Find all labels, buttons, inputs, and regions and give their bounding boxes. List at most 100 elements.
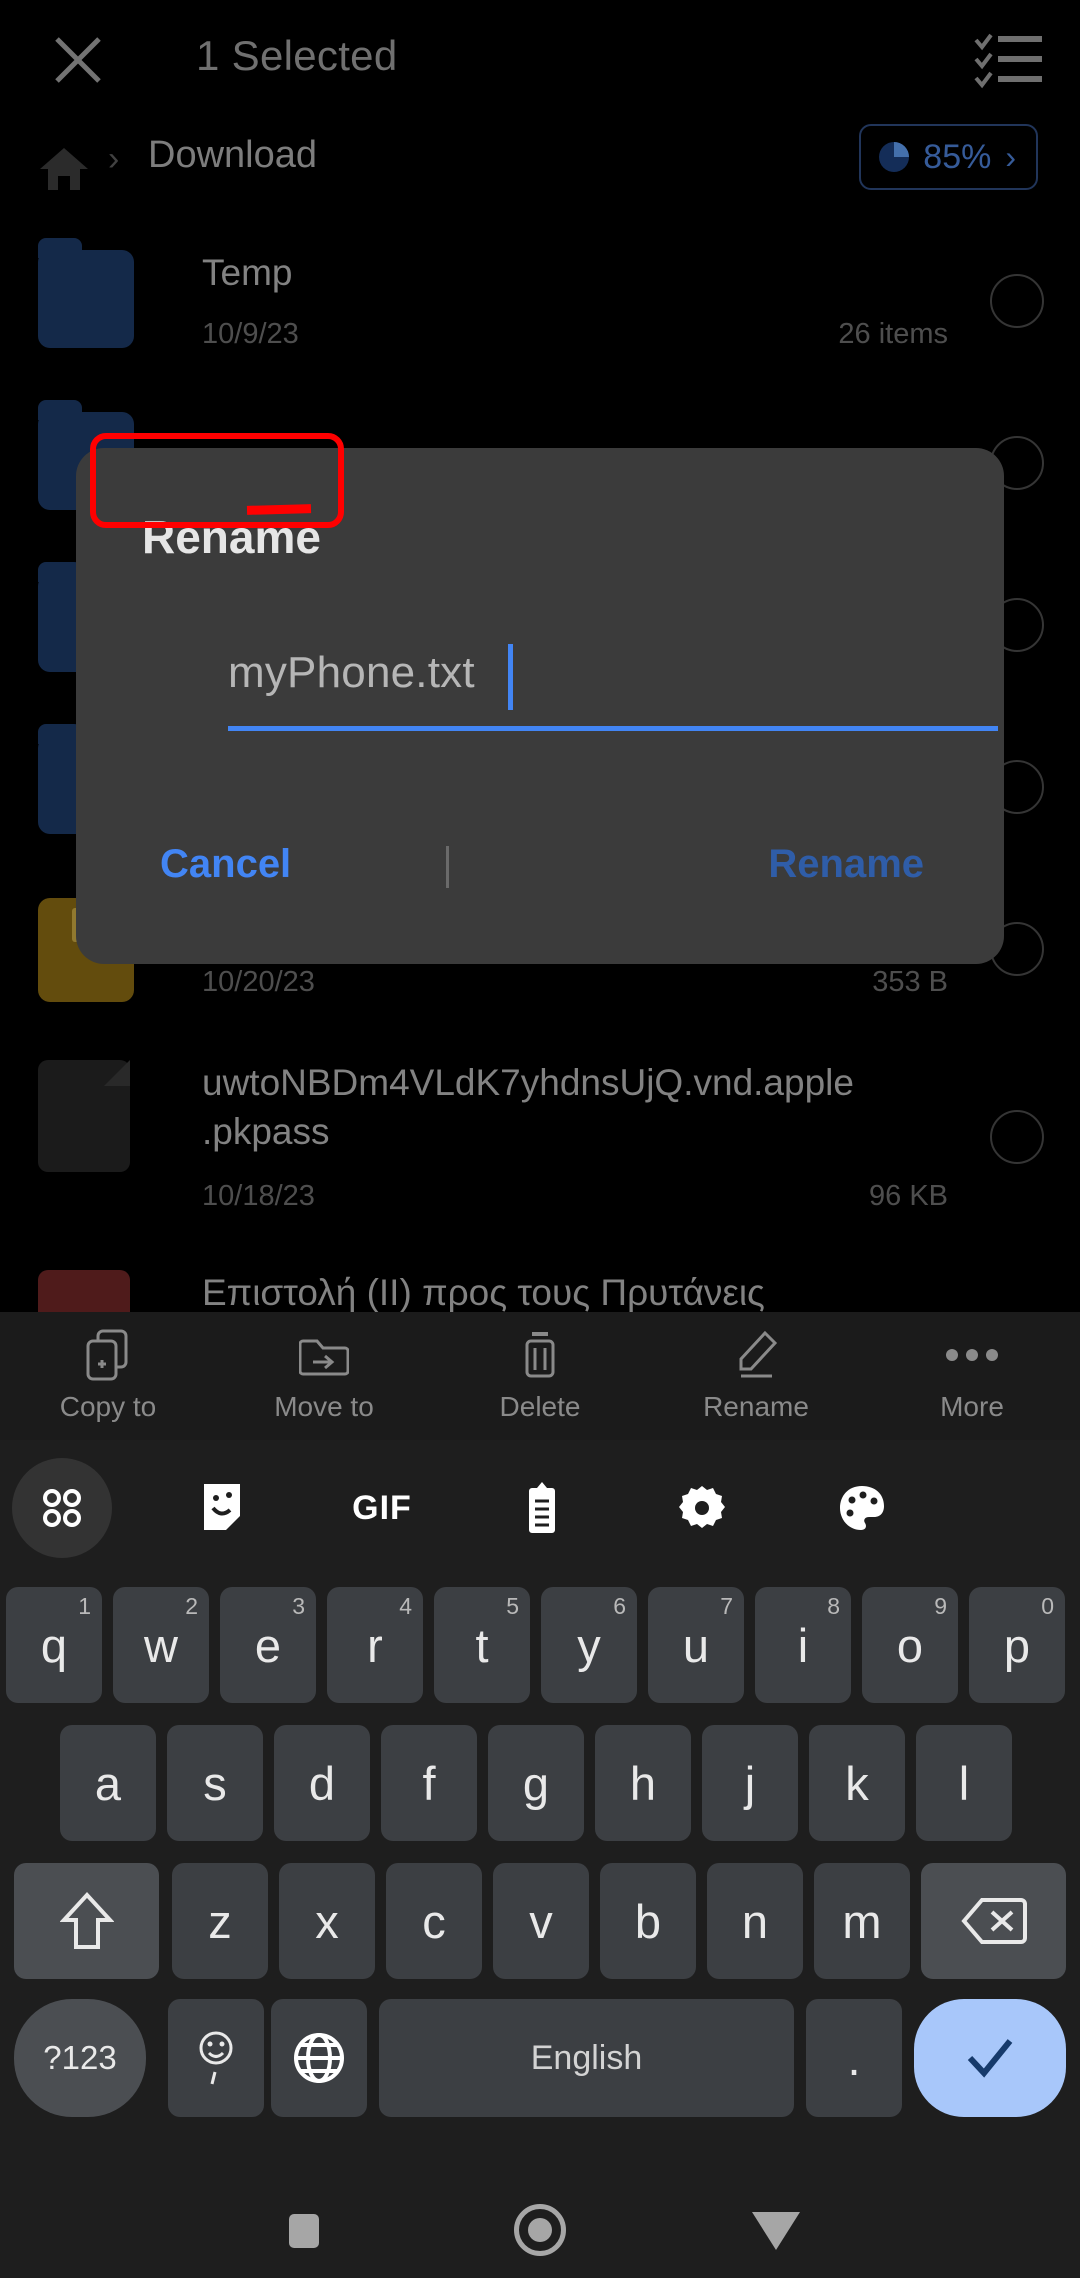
key-superscript: 1 [78,1593,91,1619]
key-label: s [203,1756,227,1810]
move-to-button[interactable]: Move to [216,1312,432,1440]
shift-arrow-icon [59,1892,114,1949]
key-superscript: 6 [613,1593,626,1619]
rename-input[interactable]: myPhone.txt [228,638,998,748]
key-label: r [367,1618,383,1672]
key-label: c [422,1894,446,1948]
gear-icon[interactable] [652,1458,752,1558]
key-label: n [741,1894,769,1948]
key-w[interactable]: w2 [113,1587,209,1703]
rename-confirm-button[interactable]: Rename [768,842,924,887]
apps-grid-icon[interactable] [12,1458,112,1558]
emoji-comma-key[interactable] [168,1999,264,2117]
key-superscript: 8 [827,1593,840,1619]
key-label: t [475,1618,489,1672]
key-label: q [40,1618,68,1672]
dialog-title: Rename [142,511,321,563]
key-label: a [94,1756,122,1810]
key-label: m [842,1894,882,1948]
key-n[interactable]: n [707,1863,803,1979]
key-label: w [144,1618,178,1672]
key-label: h [629,1756,657,1810]
backspace-key[interactable] [921,1863,1066,1979]
back-triangle-icon[interactable] [752,2212,800,2250]
delete-button[interactable]: Delete [432,1312,648,1440]
key-c[interactable]: c [386,1863,482,1979]
key-z[interactable]: z [172,1863,268,1979]
key-label: i [797,1618,809,1672]
on-screen-keyboard: GIF q 1 w 2 e 3 r 4 t 5 y 6 u 7 i 8 o 9 … [0,1440,1080,2180]
selection-action-bar: Copy to Move to Delete Rename More [0,1312,1080,1440]
key-f[interactable]: f [381,1725,477,1841]
gif-icon[interactable]: GIF [332,1458,432,1558]
palette-icon[interactable] [812,1458,912,1558]
key-superscript: 3 [292,1593,305,1619]
key-h[interactable]: h [595,1725,691,1841]
key-superscript: 7 [720,1593,733,1619]
backspace-icon [960,1898,1027,1944]
rename-dialog: Rename myPhone.txt Cancel Rename [76,448,1004,964]
key-superscript: 5 [506,1593,519,1619]
key-u[interactable]: u7 [648,1587,744,1703]
key-m[interactable]: m [814,1863,910,1979]
cancel-button[interactable]: Cancel [160,842,291,887]
shift-key[interactable] [14,1863,159,1979]
emoji-comma-icon [199,2031,233,2085]
key-x[interactable]: x [279,1863,375,1979]
key-p[interactable]: p0 [969,1587,1065,1703]
key-superscript: 4 [399,1593,412,1619]
key-label: z [208,1894,232,1948]
symbols-key[interactable]: ?123 [14,1999,146,2117]
keyboard-row-1: q1 w2 e3 r4 t5 y6 u7 i8 o9 p0 [0,1575,1080,1713]
space-key[interactable]: English [379,1999,794,2117]
action-label: Copy to [59,1391,157,1422]
dialog-actions: Cancel Rename [76,818,1004,938]
key-s[interactable]: s [167,1725,263,1841]
key-a[interactable]: a [60,1725,156,1841]
action-label: Rename [703,1391,809,1422]
more-button[interactable]: More [864,1312,1080,1440]
globe-language-icon [294,2033,344,2083]
key-e[interactable]: e3 [220,1587,316,1703]
button-divider [446,846,449,888]
key-j[interactable]: j [702,1725,798,1841]
sticker-icon[interactable] [172,1458,272,1558]
key-o[interactable]: o9 [862,1587,958,1703]
key-l[interactable]: l [916,1725,1012,1841]
key-label: e [254,1618,282,1672]
enter-key[interactable] [914,1999,1066,2117]
recents-square-icon[interactable] [289,2214,319,2248]
action-label: Delete [499,1391,581,1422]
key-g[interactable]: g [488,1725,584,1841]
keyboard-row-3: z x c v b n m [0,1851,1080,1989]
key-label: k [845,1756,869,1810]
key-label: l [958,1756,970,1810]
key-t[interactable]: t5 [434,1587,530,1703]
key-k[interactable]: k [809,1725,905,1841]
key-label: o [896,1618,924,1672]
text-caret [508,644,513,710]
keyboard-toolbar: GIF [0,1440,1080,1575]
key-label: x [315,1894,339,1948]
globe-language-key[interactable] [271,1999,367,2117]
key-label: y [577,1618,601,1672]
key-d[interactable]: d [274,1725,370,1841]
input-underline [228,726,998,731]
key-label: English [530,2038,643,2077]
rename-input-value: myPhone.txt [228,648,475,697]
keyboard-row-4: ?123 English . [0,1989,1080,2127]
key-superscript: 2 [185,1593,198,1619]
home-circle-icon[interactable] [514,2204,566,2256]
key-v[interactable]: v [493,1863,589,1979]
key-y[interactable]: y6 [541,1587,637,1703]
copy-to-button[interactable]: Copy to [0,1312,216,1440]
key-superscript: 9 [934,1593,947,1619]
clipboard-icon[interactable] [492,1458,592,1558]
key-q[interactable]: q1 [6,1587,102,1703]
key-r[interactable]: r4 [327,1587,423,1703]
period-key[interactable]: . [806,1999,902,2117]
key-b[interactable]: b [600,1863,696,1979]
key-label: u [682,1618,710,1672]
key-i[interactable]: i8 [755,1587,851,1703]
rename-button[interactable]: Rename [648,1312,864,1440]
